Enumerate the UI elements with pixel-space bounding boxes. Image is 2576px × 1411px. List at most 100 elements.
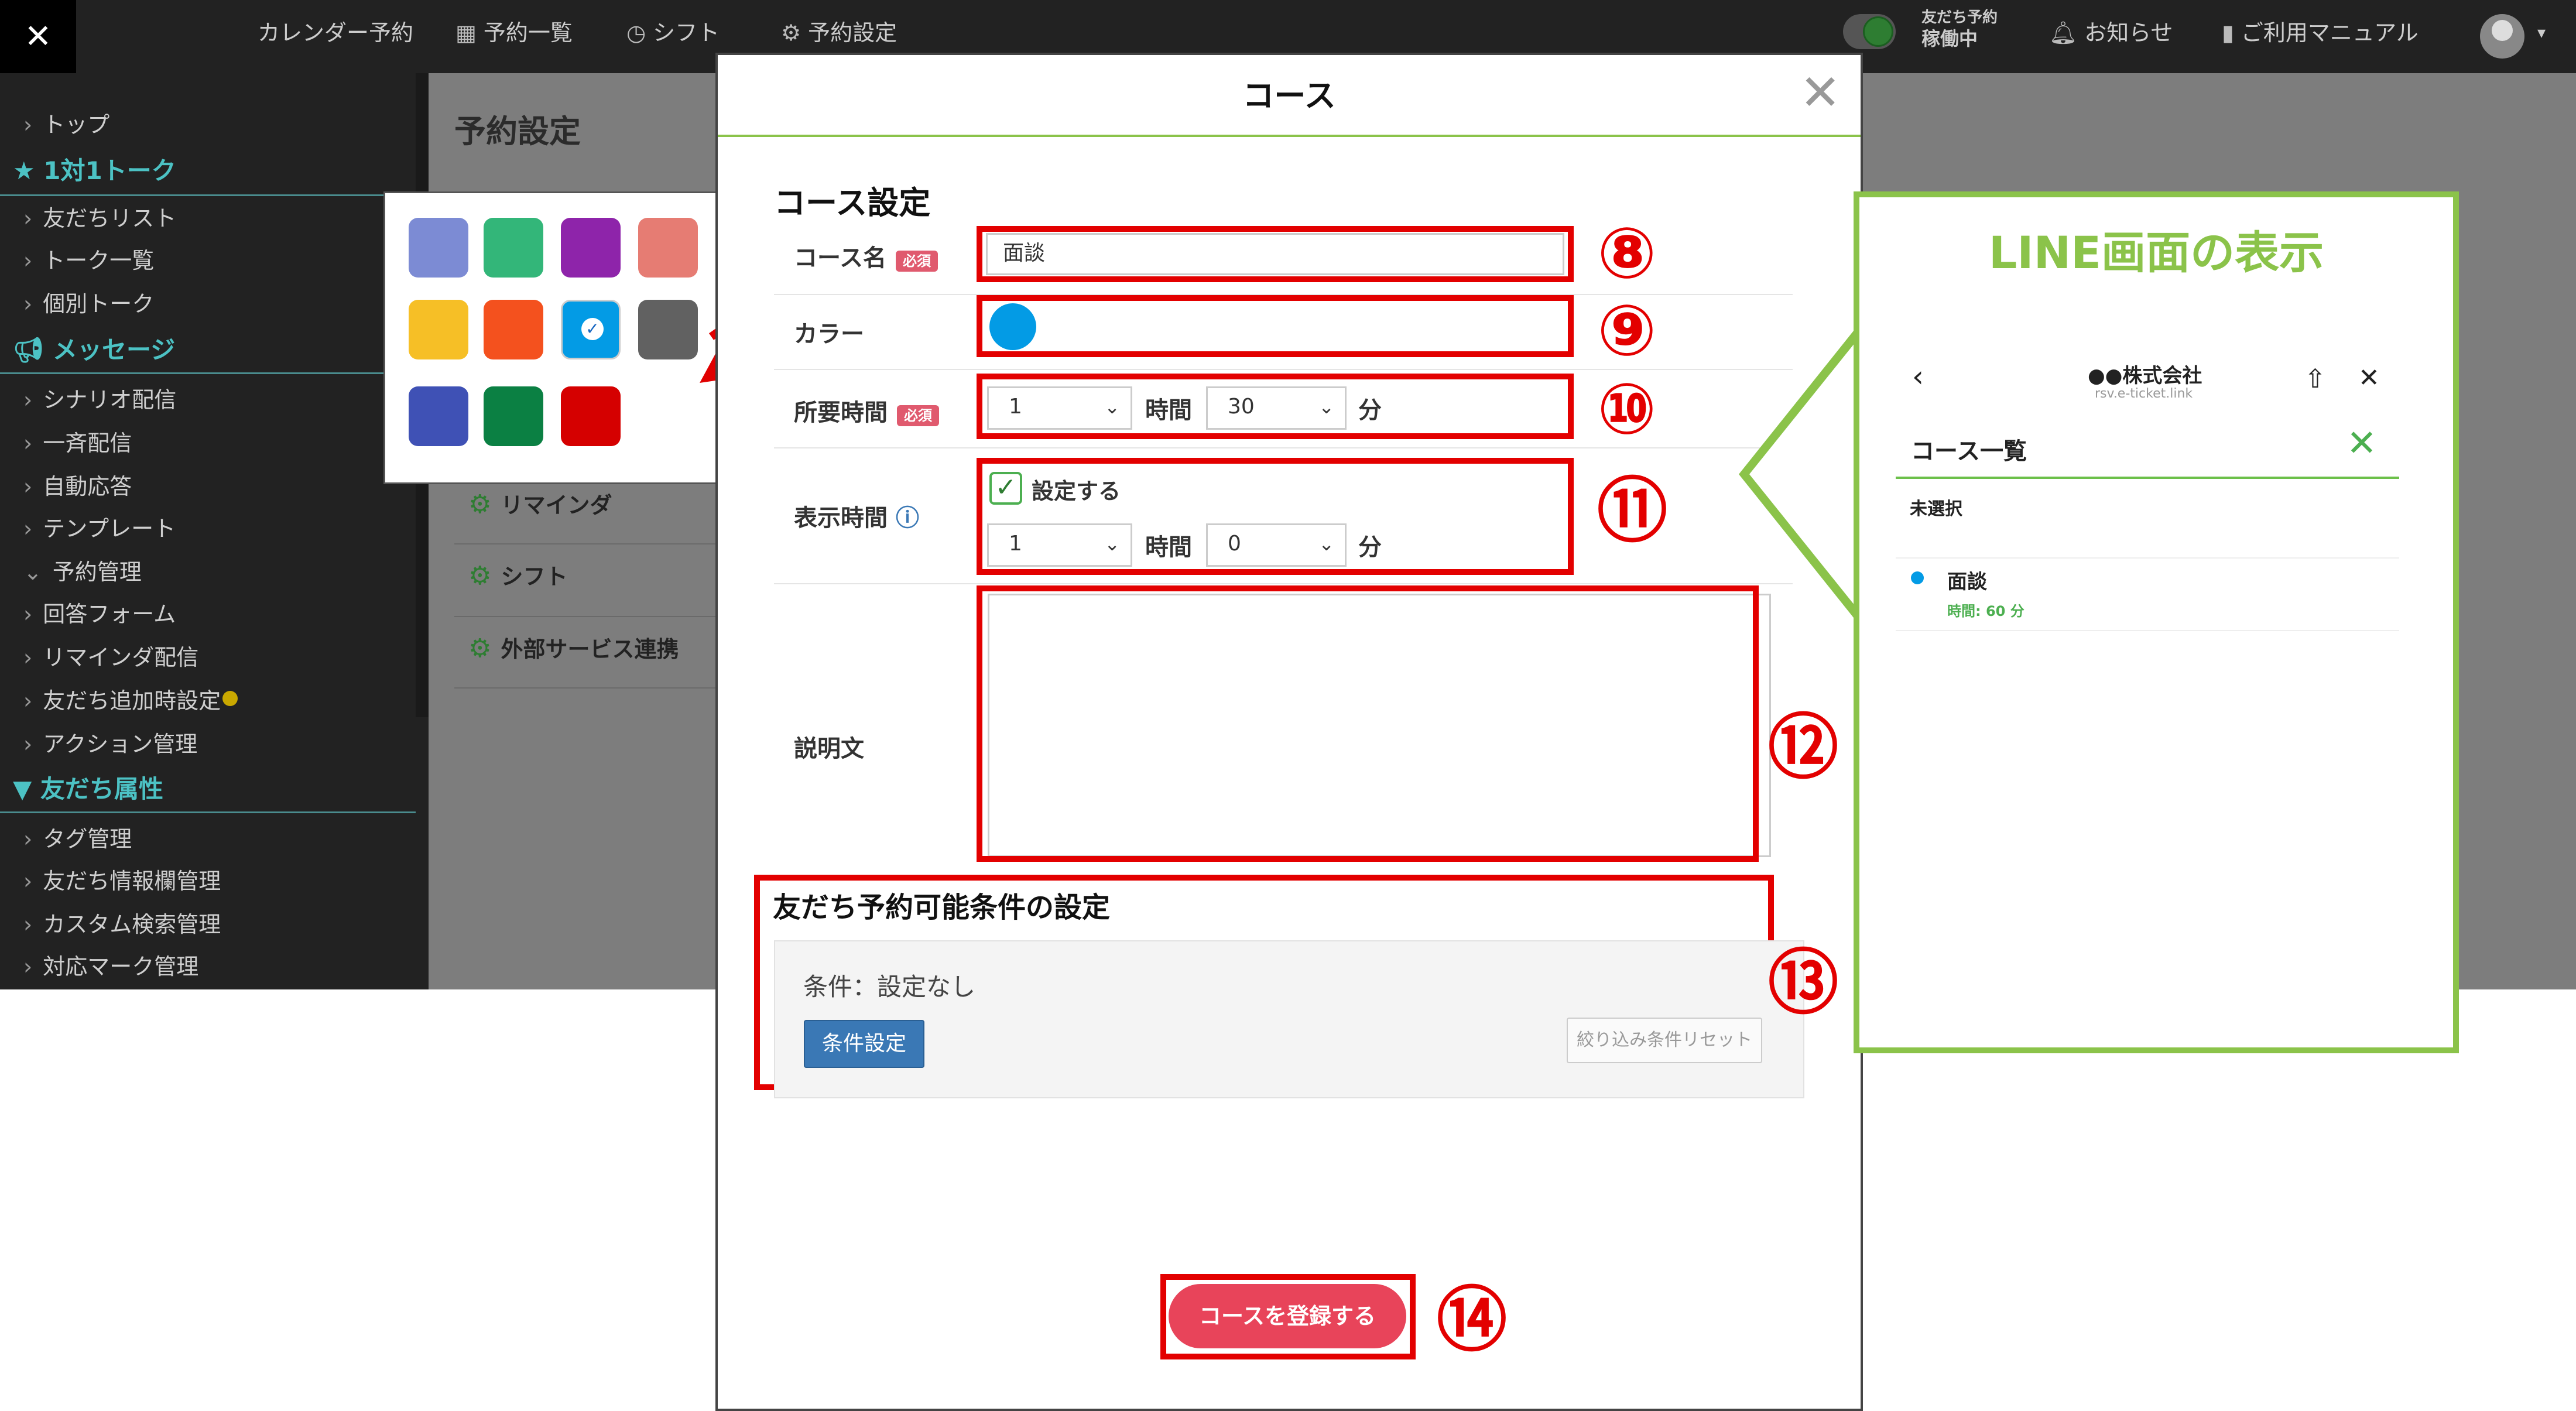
color-swatch[interactable] [484, 218, 543, 278]
gear-icon: ⚙ [781, 20, 801, 46]
register-course-button[interactable]: コースを登録する [1169, 1284, 1406, 1348]
info-icon: ⓘ [895, 505, 919, 532]
color-swatch-button[interactable] [989, 303, 1036, 350]
sidebar-item[interactable]: › 回答フォーム [23, 596, 176, 628]
course-item-name[interactable]: 面談 [1947, 566, 1987, 594]
settings-item-shift[interactable]: ⚙ シフト [468, 559, 567, 591]
avatar[interactable] [2480, 14, 2524, 59]
divider [1896, 630, 2399, 631]
nav-label: シフト [653, 20, 720, 46]
sidebar-item-label: アクション管理 [43, 731, 198, 757]
company-name: ●●株式会社 [2088, 364, 2202, 388]
divider [0, 194, 416, 196]
back-chevron-icon[interactable]: ‹ [1912, 359, 1924, 393]
divider [454, 543, 718, 544]
share-icon[interactable]: ⇧ [2304, 364, 2326, 394]
sidebar-item[interactable]: › テンプレート [23, 511, 176, 543]
nav-reservation-list[interactable]: ▦ 予約一覧 [455, 0, 573, 73]
select-value: 1 [1009, 395, 1022, 419]
annotation-8: ⑧ [1597, 213, 1657, 294]
unselected-option[interactable]: 未選択 [1910, 494, 1962, 520]
color-swatch[interactable] [409, 300, 468, 359]
duration-hours-select[interactable]: 1 ⌄ [987, 386, 1132, 430]
color-label: カラー [794, 321, 864, 348]
color-swatch[interactable] [638, 218, 698, 278]
color-swatch[interactable] [561, 218, 621, 278]
label-text: 所要時間 [794, 399, 888, 426]
reset-filter-button[interactable]: 絞り込み条件リセット [1567, 1018, 1762, 1063]
sidebar-item-label: 回答フォーム [43, 601, 176, 627]
annotation-14: ⑭ [1437, 1280, 1507, 1361]
color-swatch[interactable] [561, 386, 621, 446]
close-icon[interactable]: ✕ [2358, 363, 2380, 393]
notice-label: お知らせ [2084, 20, 2173, 46]
annotation-10: ⑩ [1597, 369, 1657, 450]
sidebar-item[interactable]: ⌄ 予約管理 [23, 554, 142, 586]
status-line2: 稼働中 [1921, 28, 1978, 50]
sidebar-item[interactable]: › アクション管理 [23, 726, 197, 758]
settings-item-label: 外部サービス連携 [501, 636, 679, 662]
color-swatch[interactable] [484, 386, 543, 446]
sidebar-item-label: テンプレート [43, 516, 176, 542]
close-x-icon[interactable]: ✕ [0, 0, 76, 73]
nav-shift[interactable]: ◷ シフト [626, 0, 720, 73]
divider [454, 687, 718, 689]
sidebar-section-label: 1対1トーク [43, 156, 176, 185]
course-name-input[interactable]: 面談 [986, 233, 1564, 275]
label-text: 表示時間 [794, 505, 888, 532]
star-icon: ★ [13, 156, 44, 185]
bell-icon: 🔔︎ [2049, 20, 2078, 46]
chevron-down-icon[interactable]: ▾ [2537, 0, 2546, 73]
manual-link[interactable]: ▮ ご利用マニュアル [2222, 0, 2419, 73]
color-swatch[interactable] [561, 300, 621, 359]
color-swatch[interactable] [409, 386, 468, 446]
domain-text: rsv.e-ticket.link [2095, 386, 2193, 401]
highlight-box [977, 295, 1574, 357]
sidebar-item-label: リマインダ配信 [43, 645, 199, 670]
close-icon[interactable]: ✕ [2347, 422, 2377, 464]
sidebar-item[interactable]: › 友だち情報欄管理 [23, 863, 221, 895]
display-time-checkbox[interactable]: ✓ [989, 472, 1022, 505]
sidebar-item[interactable]: › シナリオ配信 [23, 382, 176, 414]
duration-minutes-select[interactable]: 30 ⌄ [1206, 386, 1347, 430]
reservation-status-toggle[interactable] [1843, 14, 1896, 49]
settings-item-external[interactable]: ⚙ 外部サービス連携 [468, 631, 679, 663]
sidebar-item[interactable]: › 友だち追加時設定 [23, 683, 221, 715]
color-swatch[interactable] [484, 300, 543, 359]
line-panel-title: LINE画面の表示 [1988, 227, 2324, 279]
display-hours-select[interactable]: 1 ⌄ [987, 523, 1132, 567]
highlight-box [977, 585, 1759, 862]
page-title: 予約設定 [454, 113, 581, 150]
divider [1896, 477, 2399, 479]
color-swatch[interactable] [409, 218, 468, 278]
annotation-12: ⑫ [1768, 707, 1838, 789]
display-minutes-select[interactable]: 0 ⌄ [1206, 523, 1347, 567]
nav-label: 予約一覧 [483, 20, 573, 46]
sidebar-item[interactable]: › 友だちリスト [23, 200, 176, 232]
sidebar-item[interactable]: › 対応マーク管理 [23, 948, 198, 981]
sidebar-item[interactable]: › 個別トーク [23, 286, 154, 318]
sidebar-item[interactable]: › タグ管理 [23, 821, 132, 853]
set-conditions-button[interactable]: 条件設定 [804, 1020, 924, 1068]
sidebar-item-top[interactable]: › トップ [23, 107, 109, 139]
sidebar-item[interactable]: › 自動応答 [23, 468, 132, 501]
hours-unit: 時間 [1145, 397, 1192, 424]
nav-calendar-reservation[interactable]: カレンダー予約 [258, 0, 413, 73]
course-item-time: 時間: 60 分 [1947, 603, 2025, 619]
sidebar-item[interactable]: › 一斉配信 [23, 425, 132, 457]
sidebar-item-label: シナリオ配信 [43, 387, 177, 413]
hours-unit: 時間 [1145, 534, 1192, 561]
divider [454, 616, 718, 617]
chevron-down-icon: ⌄ [1104, 396, 1120, 418]
settings-item-reminder[interactable]: ⚙ リマインダ [468, 487, 612, 519]
sidebar-item-label: 友だち情報欄管理 [43, 868, 221, 894]
close-icon[interactable]: ✕ [1800, 63, 1841, 122]
sidebar-item-label: 友だちリスト [43, 206, 177, 231]
notice-link[interactable]: 🔔︎ お知らせ [2049, 0, 2173, 73]
color-swatch[interactable] [638, 300, 698, 359]
book-icon: ▮ [2222, 20, 2234, 46]
sidebar-item[interactable]: › カスタム検索管理 [23, 906, 221, 939]
sidebar-item[interactable]: › トーク一覧 [23, 242, 154, 275]
course-color-dot [1911, 571, 1924, 584]
sidebar-item[interactable]: › リマインダ配信 [23, 639, 198, 672]
